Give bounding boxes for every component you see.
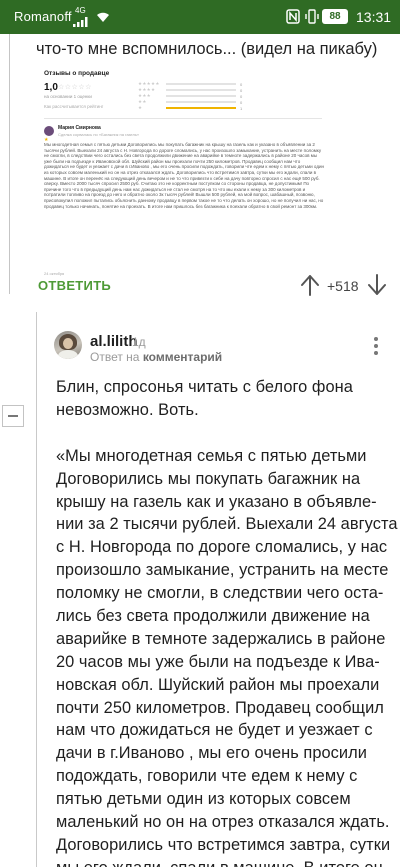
thread-line-root: [9, 34, 10, 294]
comment-line: 20 часов мы уже были на подъезде к Ива-: [56, 652, 380, 671]
comment-line: поломку не смогли, в следствии чего оста…: [56, 584, 384, 603]
comment-line: крышу на газель как и указано в объявле-: [56, 492, 377, 511]
collapse-thread-button[interactable]: [2, 405, 24, 427]
review-body: Мы многодетная семья с пятью детьми Дого…: [44, 142, 324, 209]
network-type: 4G: [75, 6, 86, 15]
score-basis: на основании 1 оценки: [44, 94, 92, 99]
status-bar: Romanoff 4G 88 13:31: [0, 0, 400, 34]
comment-time: 1д: [132, 335, 146, 349]
comment-line: маленький но он на отрез отказался ждать…: [56, 813, 390, 832]
comment-line: нии за 2 тысячи рублей. Выехали 24 авгус…: [56, 515, 398, 534]
comment-line: с Н. Новгорода по дороге сломались, у на…: [56, 538, 388, 557]
comment-line: Блин, спросонья читать с белого фона: [56, 378, 353, 396]
comment-author[interactable]: al.lilith: [90, 333, 138, 350]
comment-line: аварийке в темноте задержались в районе: [56, 629, 386, 648]
signal-icon: [73, 17, 88, 27]
seller-score: 1,0: [44, 82, 58, 93]
comment-line: нам что дожидаться не будет и уезжает с: [56, 721, 373, 740]
reviewer-avatar: [44, 126, 54, 136]
comment-body: Блин, спросонья читать с белого фона нево…: [56, 376, 398, 867]
review-meta: Сделка сорвалась по «Багажник на газель»: [58, 132, 140, 137]
clock: 13:31: [356, 9, 392, 25]
comment-line: лись без света продолжили движение на: [56, 607, 370, 626]
comment-rating: +518: [327, 278, 359, 294]
reply-to-label: Ответ на комментарий: [90, 350, 222, 364]
reply-to-link[interactable]: комментарий: [143, 350, 222, 364]
avatar[interactable]: [54, 331, 82, 359]
comment-paragraph: Блин, спросонья читать с белого фона нево…: [56, 376, 386, 422]
comment-line: дачи в г.Иваново , мы его очень просили: [56, 744, 367, 763]
vibrate-icon: [305, 9, 319, 24]
comment-line: мы его ждали, спали в машине. В итоге он: [56, 857, 386, 867]
reply-to-prefix: Ответ на: [90, 350, 140, 364]
comment-line: произошло замыкание, устранить на месте: [56, 561, 389, 580]
comment-line: невозможно. Воть.: [56, 400, 199, 419]
divider: [44, 118, 322, 119]
comment-line: подождать, говорили чте едем к нему с: [56, 767, 358, 786]
rating-distribution: ★★★★★ 0 ★★★★ 0 ★★★ 0 ★★ 0 ★ 1: [138, 81, 242, 111]
wifi-icon: [97, 12, 109, 22]
reviews-title: Отзывы о продавце: [44, 70, 110, 77]
comment-line: «Мы многодетная семья с пятью детьми: [56, 446, 367, 465]
carrier-name: Romanoff: [14, 9, 72, 24]
rating-help-link: Как рассчитывается рейтинг: [44, 104, 104, 109]
embedded-review-screenshot[interactable]: Отзывы о продавце 1,0 ☆☆☆☆☆ на основании…: [38, 68, 328, 278]
comment-line: пятью детьми один из которых совсем: [56, 790, 351, 809]
upvote-arrow-icon[interactable]: [300, 274, 320, 296]
previous-comment-actions: ОТВЕТИТЬ +518: [0, 268, 400, 302]
reply-button[interactable]: ОТВЕТИТЬ: [38, 278, 111, 293]
previous-comment-text: что-то мне вспомнилось... (видел на пика…: [36, 40, 378, 58]
minus-icon: [8, 415, 18, 417]
reviewer-name: Мария Смирнова: [58, 125, 101, 131]
downvote-arrow-icon[interactable]: [367, 274, 387, 296]
comment-line: Договорились мы покупать багажник на: [56, 469, 361, 488]
comment-line: новская обл. Шуйский район мы проехали: [56, 675, 380, 694]
rating-row: ★ 1: [138, 105, 243, 111]
more-options-icon[interactable]: [371, 335, 381, 357]
score-stars: ☆☆☆☆☆: [58, 84, 92, 91]
thread-line: [36, 312, 37, 867]
comment-paragraph: «Мы многодетная семья с пятью детьми Дого…: [56, 445, 398, 867]
battery-icon: 88: [322, 9, 348, 24]
comment-line: почти 250 километров. Продавец сообщил: [56, 698, 384, 717]
nfc-icon: [286, 9, 300, 24]
comment-line: Договорились что встретимся завтра, сутк…: [56, 835, 391, 854]
